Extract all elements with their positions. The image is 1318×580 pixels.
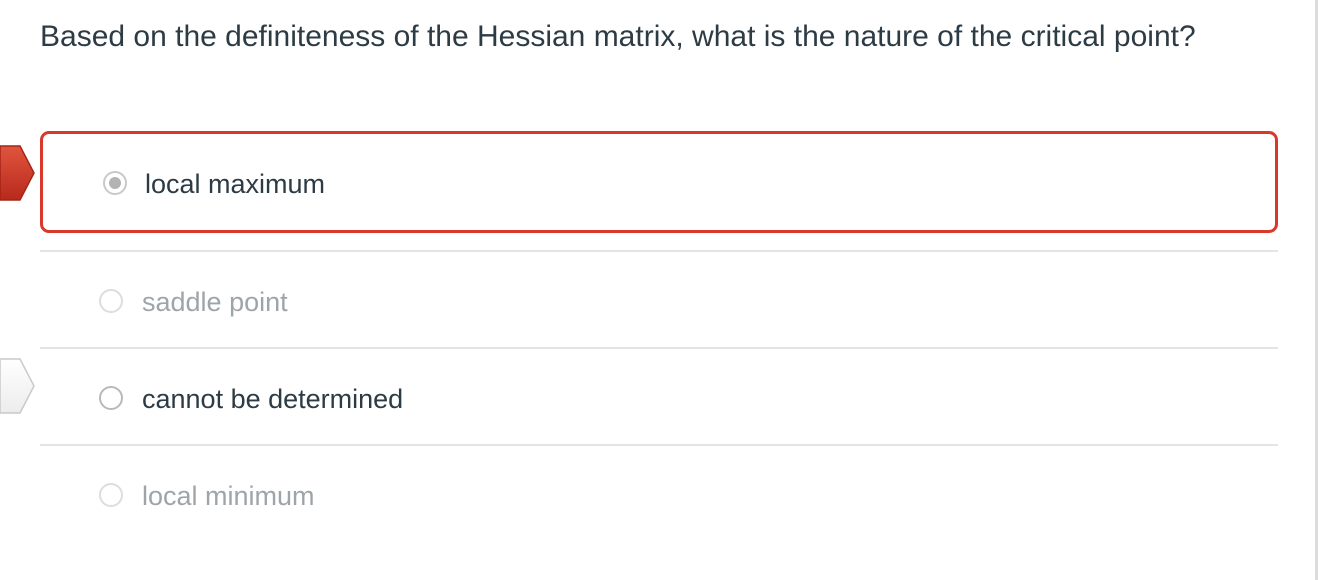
answer-label: cannot be determined — [142, 384, 404, 414]
answer-list: local maximum saddle point cannot be det… — [0, 0, 1318, 580]
radio-checked-icon[interactable] — [103, 171, 127, 195]
radio-unchecked-icon[interactable] — [99, 289, 123, 313]
red-arrow-flag-icon — [0, 145, 35, 201]
answer-option-local-maximum[interactable]: local maximum — [40, 131, 1278, 233]
answer-label: saddle point — [142, 287, 288, 317]
answer-label: local maximum — [145, 169, 326, 199]
radio-unchecked-icon[interactable] — [99, 483, 123, 507]
answer-option-local-minimum[interactable]: local minimum — [40, 446, 1278, 546]
answer-option-saddle-point[interactable]: saddle point — [40, 252, 1278, 348]
answer-label: local minimum — [142, 481, 315, 511]
answer-option-cannot-be-determined[interactable]: cannot be determined — [40, 349, 1278, 445]
radio-unchecked-icon[interactable] — [99, 386, 123, 410]
white-arrow-flag-icon — [0, 358, 35, 414]
